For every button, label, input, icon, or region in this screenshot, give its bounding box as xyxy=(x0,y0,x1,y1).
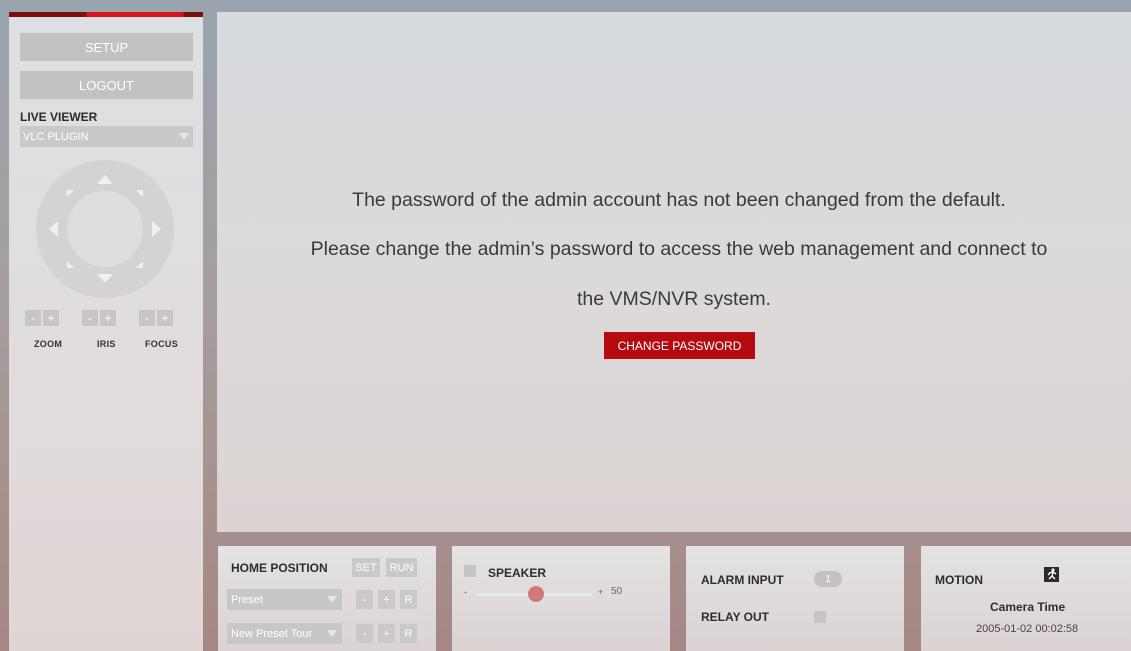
preset-rename-button[interactable]: R xyxy=(400,590,417,609)
preset-tour-select[interactable]: New Preset Tour xyxy=(227,623,342,644)
volume-min-label: - xyxy=(464,587,467,597)
camera-time-label: Camera Time xyxy=(990,600,1066,614)
alarm-panel: ALARM INPUT 1 RELAY OUT xyxy=(686,546,904,651)
chevron-down-icon xyxy=(327,596,337,603)
focus-label: FOCUS xyxy=(145,339,178,349)
preset-selected-value: Preset xyxy=(231,593,263,606)
preset-tour-selected-value: New Preset Tour xyxy=(231,627,313,640)
iris-controls: - + xyxy=(82,310,116,326)
status-panel: MOTION Camera Time 2005-01-02 00:02:58 xyxy=(921,546,1131,651)
zoom-in-button[interactable]: + xyxy=(43,310,59,326)
volume-slider-handle[interactable] xyxy=(528,586,544,602)
pan-down-right-icon[interactable] xyxy=(136,261,143,268)
camera-time-value: 2005-01-02 00:02:58 xyxy=(976,623,1079,635)
home-position-title: HOME POSITION xyxy=(231,561,328,575)
preset-select[interactable]: Preset xyxy=(227,589,342,610)
live-viewer-area: The password of the admin account has no… xyxy=(217,12,1131,532)
pan-up-icon[interactable] xyxy=(97,175,113,184)
pan-up-left-icon[interactable] xyxy=(67,190,74,197)
ptz-center-button[interactable] xyxy=(67,191,143,267)
motion-label: MOTION xyxy=(935,573,983,587)
change-password-button[interactable]: CHANGE PASSWORD xyxy=(604,332,755,359)
live-viewer-title: LIVE VIEWER xyxy=(20,110,98,124)
speaker-title: SPEAKER xyxy=(488,566,547,580)
pan-right-icon[interactable] xyxy=(152,221,161,237)
tour-remove-button[interactable]: - xyxy=(356,624,373,643)
speaker-panel: SPEAKER - + 50 xyxy=(452,546,670,651)
tour-rename-button[interactable]: R xyxy=(400,624,417,643)
home-run-button[interactable]: RUN xyxy=(386,558,417,577)
pan-left-icon[interactable] xyxy=(49,221,58,237)
speaker-checkbox[interactable] xyxy=(464,565,476,577)
default-password-message-line1: The password of the admin account has no… xyxy=(352,189,1006,211)
setup-button[interactable]: SETUP xyxy=(20,33,193,61)
iris-close-button[interactable]: - xyxy=(82,310,98,326)
volume-value: 50 xyxy=(611,586,623,597)
pan-up-right-icon[interactable] xyxy=(136,190,143,197)
logout-button[interactable]: LOGOUT xyxy=(20,71,193,99)
focus-far-button[interactable]: + xyxy=(157,310,173,326)
alarm-input-badge[interactable]: 1 xyxy=(814,571,842,587)
relay-out-label: RELAY OUT xyxy=(701,610,770,624)
zoom-label: ZOOM xyxy=(34,339,63,349)
home-position-panel: HOME POSITION SET RUN Preset - + R New P… xyxy=(218,546,436,651)
tour-add-button[interactable]: + xyxy=(378,624,395,643)
focus-near-button[interactable]: - xyxy=(139,310,155,326)
live-viewer-select[interactable]: VLC PLUGIN xyxy=(20,126,193,147)
sidebar-accent-bar xyxy=(9,12,203,17)
alarm-input-label: ALARM INPUT xyxy=(701,573,784,587)
iris-label: IRIS xyxy=(97,339,116,349)
relay-out-toggle[interactable] xyxy=(814,611,826,623)
chevron-down-icon xyxy=(179,133,189,140)
motion-detection-icon xyxy=(1044,567,1059,582)
volume-max-label: + xyxy=(598,587,604,597)
chevron-down-icon xyxy=(327,630,337,637)
preset-remove-button[interactable]: - xyxy=(356,590,373,609)
left-sidebar: SETUP LOGOUT LIVE VIEWER VLC PLUGIN - + … xyxy=(9,12,203,651)
preset-add-button[interactable]: + xyxy=(378,590,395,609)
pan-down-icon[interactable] xyxy=(97,274,113,283)
ptz-direction-wheel[interactable] xyxy=(36,160,174,298)
home-set-button[interactable]: SET xyxy=(352,558,380,577)
zoom-out-button[interactable]: - xyxy=(25,310,41,326)
zoom-controls: - + xyxy=(25,310,59,326)
pan-down-left-icon[interactable] xyxy=(67,261,74,268)
focus-controls: - + xyxy=(139,310,173,326)
default-password-message-line2: Please change the admin’s password to ac… xyxy=(310,238,1048,260)
default-password-message-line3: the VMS/NVR system. xyxy=(577,288,771,310)
live-viewer-selected-value: VLC PLUGIN xyxy=(23,130,89,143)
iris-open-button[interactable]: + xyxy=(100,310,116,326)
